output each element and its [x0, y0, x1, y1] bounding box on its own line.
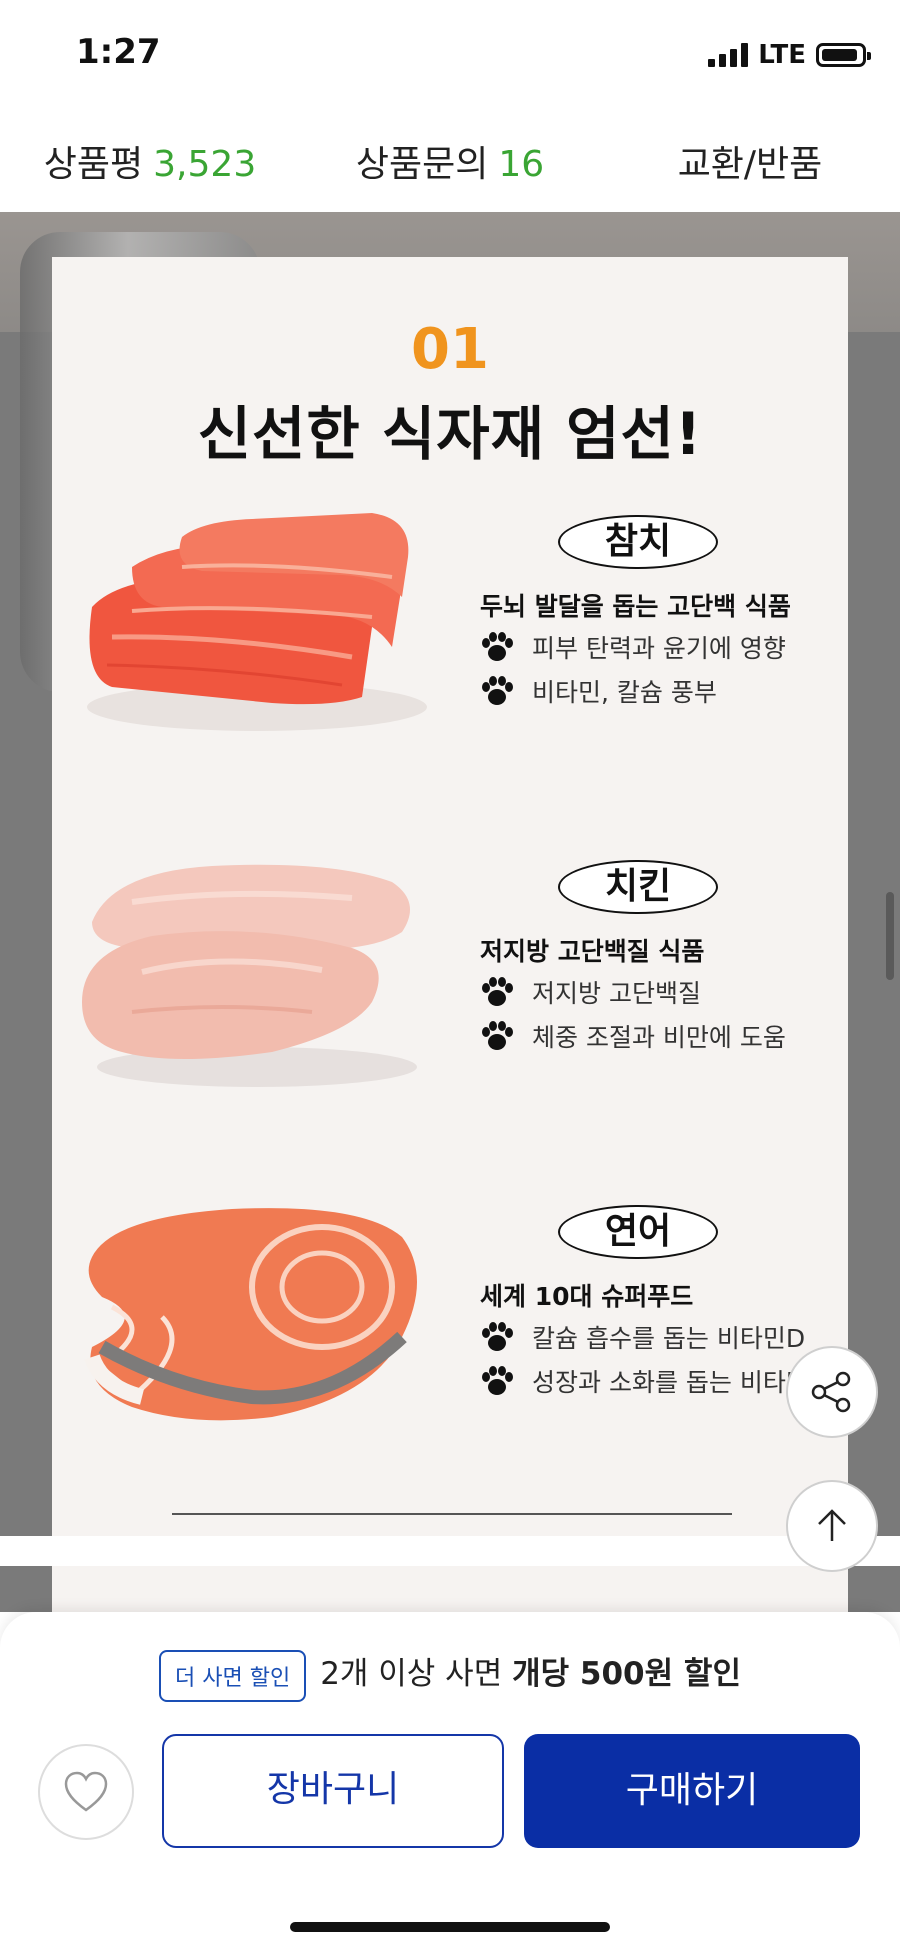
ingredient-item: 치킨 저지방 고단백질 식품 저지방 고단백질 체중 조절과 비만에 도움 — [52, 852, 848, 1112]
tab-label: 교환/반품 — [677, 144, 823, 185]
ingredient-subtitle: 저지방 고단백질 식품 — [480, 937, 705, 966]
bullet-text: 성장과 소화를 돕는 비타민 — [532, 1368, 809, 1397]
ingredient-bullet: 피부 탄력과 윤기에 영향 — [480, 629, 786, 665]
ingredient-item: 참치 두뇌 발달을 돕는 고단백 식품 피부 탄력과 윤기에 영향 비타민, 칼… — [52, 507, 848, 767]
paw-icon — [482, 1366, 513, 1395]
section-divider — [172, 1513, 732, 1515]
ingredient-bullet: 성장과 소화를 돕는 비타민 — [480, 1363, 809, 1399]
ingredient-bullet: 체중 조절과 비만에 도움 — [480, 1018, 786, 1054]
wishlist-button[interactable] — [38, 1744, 134, 1840]
product-detail-image: 01 신선한 식자재 엄선! 참치 두뇌 발달을 돕는 고단백 식품 피부 탄력… — [0, 212, 900, 1612]
scrollbar[interactable] — [886, 892, 894, 980]
battery-icon — [816, 43, 871, 67]
ingredient-panel: 01 신선한 식자재 엄선! 참치 두뇌 발달을 돕는 고단백 식품 피부 탄력… — [52, 257, 848, 1612]
promo-text: 2개 이상 사면 — [320, 1656, 503, 1692]
bullet-text: 칼슘 흡수를 돕는 비타민D — [532, 1324, 806, 1353]
promo-line: 더 사면 할인 2개 이상 사면 개당 500원 할인 — [0, 1648, 900, 1702]
promo-badge: 더 사면 할인 — [159, 1649, 307, 1702]
content-separator — [0, 1536, 900, 1566]
ingredient-bullet: 저지방 고단백질 — [480, 974, 701, 1010]
bullet-text: 체중 조절과 비만에 도움 — [532, 1023, 786, 1052]
scroll-top-button[interactable] — [786, 1480, 878, 1572]
ingredient-bullet: 칼슘 흡수를 돕는 비타민D — [480, 1319, 805, 1355]
arrow-up-icon — [818, 1509, 846, 1541]
heart-icon — [64, 1771, 108, 1812]
ingredient-subtitle: 두뇌 발달을 돕는 고단백 식품 — [480, 592, 791, 621]
tuna-image — [87, 513, 427, 731]
signal-icon — [708, 43, 749, 67]
ingredient-bullet: 비타민, 칼슘 풍부 — [480, 673, 717, 709]
buy-now-button[interactable]: 구매하기 — [524, 1734, 860, 1848]
tab-label: 상품문의 — [355, 144, 489, 185]
add-to-cart-button[interactable]: 장바구니 — [162, 1734, 504, 1848]
paw-icon — [482, 676, 513, 705]
product-tabs: 상품평 3,523 상품문의 16 교환/반품 — [0, 110, 900, 212]
status-bar: 1:27 LTE — [0, 0, 900, 110]
ingredient-item: 연어 세계 10대 슈퍼푸드 칼슘 흡수를 돕는 비타민D 성장과 소화를 돕는… — [52, 1197, 848, 1457]
ingredient-subtitle: 세계 10대 슈퍼푸드 — [480, 1282, 694, 1311]
home-indicator[interactable] — [290, 1922, 610, 1932]
bullet-text: 저지방 고단백질 — [532, 979, 701, 1008]
bullet-text: 비타민, 칼슘 풍부 — [532, 678, 717, 707]
network-label: LTE — [758, 40, 806, 70]
section-number: 01 — [411, 317, 489, 382]
status-icons: LTE — [708, 40, 871, 70]
tab-label: 상품평 — [43, 144, 144, 185]
tab-count: 3,523 — [153, 144, 257, 185]
tab-exchange-return[interactable]: 교환/반품 — [600, 135, 900, 187]
status-time: 1:27 — [76, 32, 161, 72]
share-button[interactable] — [786, 1346, 878, 1438]
ingredient-name-pill: 참치 — [558, 515, 718, 569]
section-headline: 신선한 식자재 엄선! — [197, 400, 703, 468]
paw-icon — [482, 1322, 513, 1351]
tab-reviews[interactable]: 상품평 3,523 — [0, 135, 300, 187]
ingredient-name-pill: 연어 — [558, 1205, 718, 1259]
salmon-image — [84, 1208, 418, 1421]
tab-count: 16 — [498, 144, 545, 185]
ingredient-name-pill: 치킨 — [558, 860, 718, 914]
chicken-image — [82, 864, 417, 1087]
bullet-text: 피부 탄력과 윤기에 영향 — [532, 634, 786, 663]
purchase-bar: 더 사면 할인 2개 이상 사면 개당 500원 할인 장바구니 구매하기 — [0, 1612, 900, 1948]
paw-icon — [482, 1021, 513, 1050]
tab-inquiries[interactable]: 상품문의 16 — [300, 135, 600, 187]
paw-icon — [482, 977, 513, 1006]
promo-discount: 개당 500원 할인 — [512, 1656, 741, 1692]
share-icon — [811, 1371, 851, 1413]
paw-icon — [482, 632, 513, 661]
